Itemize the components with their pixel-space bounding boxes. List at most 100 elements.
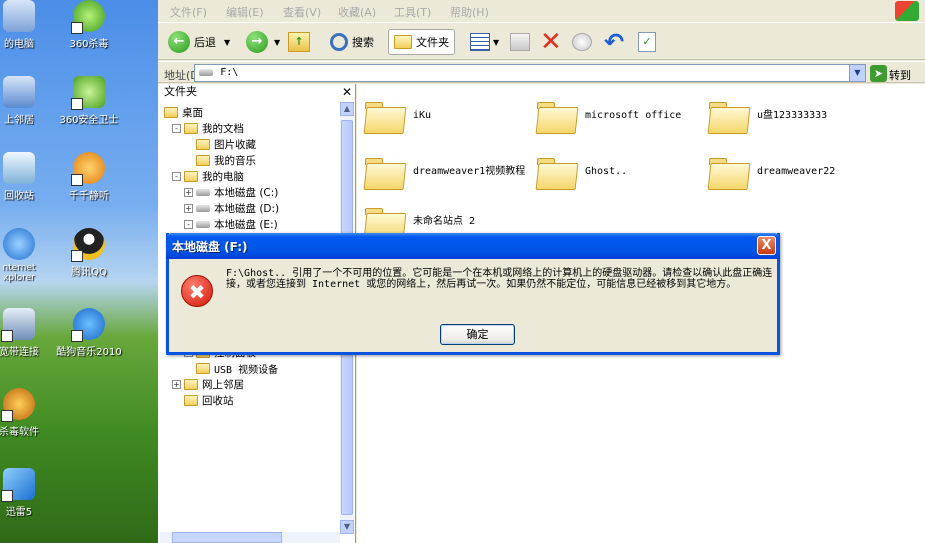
address-input[interactable]: F:\ ▼	[194, 64, 866, 82]
up-folder-button[interactable]: ↑	[288, 29, 310, 55]
tree-item-label: 回收站	[202, 394, 234, 407]
folder-pane-header: 文件夹 ✕	[158, 84, 356, 100]
kugou-icon	[71, 308, 105, 342]
recycle-bin-icon	[3, 152, 35, 184]
desktop-icon-qq[interactable]: 腾讯QQ	[50, 228, 128, 278]
plus-shield-icon	[71, 76, 105, 110]
menu-favorites[interactable]: 收藏(A)	[338, 4, 376, 20]
expand-icon[interactable]: +	[184, 187, 193, 197]
menu-file[interactable]: 文件(F)	[170, 4, 207, 20]
close-icon[interactable]: ✕	[342, 84, 352, 100]
scroll-thumb[interactable]	[172, 532, 282, 543]
menu-help[interactable]: 帮助(H)	[450, 4, 489, 20]
views-button[interactable]: ▼	[470, 29, 499, 55]
address-value: F:\	[220, 67, 239, 78]
menu-view[interactable]: 查看(V)	[283, 4, 321, 20]
scroll-up-button[interactable]: ▲	[340, 102, 354, 116]
chevron-down-icon: ▼	[224, 37, 231, 47]
folder-icon	[184, 122, 198, 134]
tree-item[interactable]: - 本地磁盘 (E:)	[184, 216, 278, 232]
collapse-icon[interactable]: -	[184, 219, 193, 229]
move-to-button[interactable]	[510, 29, 530, 55]
folder-icon	[164, 106, 178, 118]
go-button[interactable]: 转到	[889, 67, 911, 83]
file-item[interactable]: Ghost..	[537, 150, 709, 194]
desktop-icon-kugou[interactable]: 酷狗音乐2010	[50, 308, 128, 358]
tree-item[interactable]: 我的音乐	[184, 152, 256, 168]
dialog-title-bar[interactable]: 本地磁盘 (F:) X	[166, 233, 780, 259]
file-name: 未命名站点 2	[413, 216, 476, 227]
folder-icon	[184, 378, 198, 390]
scroll-down-button[interactable]: ▼	[340, 520, 354, 534]
tree-item[interactable]: + 本地磁盘 (C:)	[184, 184, 278, 200]
desktop-icon-antivirus[interactable]: 杀毒软件	[0, 388, 58, 438]
properties-button[interactable]	[572, 29, 592, 55]
dialog-close-button[interactable]: X	[757, 236, 776, 255]
tree-item[interactable]: - 我的文档	[172, 120, 244, 136]
file-name: dreamweaver1视频教程	[413, 166, 526, 177]
tree-item-label: 本地磁盘 (D:)	[214, 202, 280, 215]
back-button[interactable]: ← 后退 ▼	[168, 29, 230, 55]
tree-item-label: 我的文档	[202, 122, 244, 135]
lion-icon	[1, 388, 35, 422]
folder-icon	[709, 100, 747, 132]
menu-bar: 文件(F) 编辑(E) 查看(V) 收藏(A) 工具(T) 帮助(H)	[158, 0, 925, 22]
folder-icon	[709, 156, 747, 188]
search-button[interactable]: 搜索	[330, 29, 374, 55]
folders-button[interactable]: 文件夹	[388, 29, 455, 55]
tree-item-label: 我的音乐	[214, 154, 256, 167]
address-dropdown-button[interactable]: ▼	[849, 65, 865, 81]
tree-item[interactable]: + 本地磁盘 (D:)	[184, 200, 279, 216]
desktop-icon-thunder[interactable]: 迅雷5	[0, 468, 58, 518]
file-item[interactable]: u盘123333333	[709, 94, 881, 138]
check-button[interactable]: ✓	[638, 29, 656, 55]
expand-icon[interactable]: +	[184, 203, 193, 213]
forward-button[interactable]: → ▼	[246, 29, 280, 55]
tree-item[interactable]: - 我的电脑	[172, 168, 244, 184]
file-item[interactable]: iKu	[365, 94, 537, 138]
tree-item-label: 网上邻居	[202, 378, 244, 391]
desktop-icon-ttplayer[interactable]: 千千静听	[50, 152, 128, 202]
headphones-icon	[71, 152, 105, 186]
delete-button[interactable]: ✕	[540, 29, 562, 55]
folder-icon	[394, 35, 412, 49]
tree-item[interactable]: 回收站	[172, 392, 234, 408]
tree-item[interactable]: USB 视频设备	[184, 360, 278, 376]
folder-icon	[365, 156, 403, 188]
back-arrow-icon: ←	[168, 31, 190, 53]
file-name: Ghost..	[585, 166, 628, 177]
tree-item[interactable]: 桌面	[164, 104, 203, 120]
file-item[interactable]: microsoft office	[537, 94, 709, 138]
undo-button[interactable]: ↶	[604, 29, 624, 55]
desktop-icon-360-antivirus[interactable]: 360杀毒	[50, 0, 128, 50]
expand-icon[interactable]: +	[172, 379, 181, 389]
ok-button[interactable]: 确定	[440, 324, 515, 345]
windows-logo-icon	[895, 1, 919, 21]
toolbar: ← 后退 ▼ → ▼ ↑ 搜索 文件夹 ▼ ✕ ↶ ✓	[158, 22, 925, 60]
network-icon	[3, 76, 35, 108]
tree-item[interactable]: 图片收藏	[184, 136, 256, 152]
thunder-icon	[1, 468, 35, 502]
collapse-icon[interactable]: -	[172, 171, 181, 181]
folder-pane-title: 文件夹	[164, 85, 197, 98]
folder-icon	[537, 100, 575, 132]
desktop-icon-360-safeguard[interactable]: 360安全卫士	[50, 76, 128, 126]
tree-item-label: 本地磁盘 (E:)	[214, 218, 278, 231]
desktop-icon-label: 酷狗音乐2010	[56, 347, 122, 358]
file-item[interactable]: dreamweaver22	[709, 150, 881, 194]
file-name: microsoft office	[585, 110, 682, 121]
folder-icon	[196, 154, 210, 166]
copy-to-icon	[572, 33, 592, 51]
tree-horizontal-scrollbar[interactable]	[160, 532, 340, 543]
file-item[interactable]: dreamweaver1视频教程	[365, 150, 537, 194]
menu-tools[interactable]: 工具(T)	[394, 4, 431, 20]
collapse-icon[interactable]: -	[172, 123, 181, 133]
menu-edit[interactable]: 编辑(E)	[226, 4, 264, 20]
undo-icon: ↶	[604, 28, 625, 56]
folder-icon	[365, 100, 403, 132]
folder-icon	[196, 362, 210, 374]
tree-item-label: 我的电脑	[202, 170, 244, 183]
tree-item[interactable]: + 网上邻居	[172, 376, 244, 392]
go-arrow-icon[interactable]: ➤	[870, 65, 887, 82]
chevron-down-icon: ▼	[274, 37, 281, 47]
